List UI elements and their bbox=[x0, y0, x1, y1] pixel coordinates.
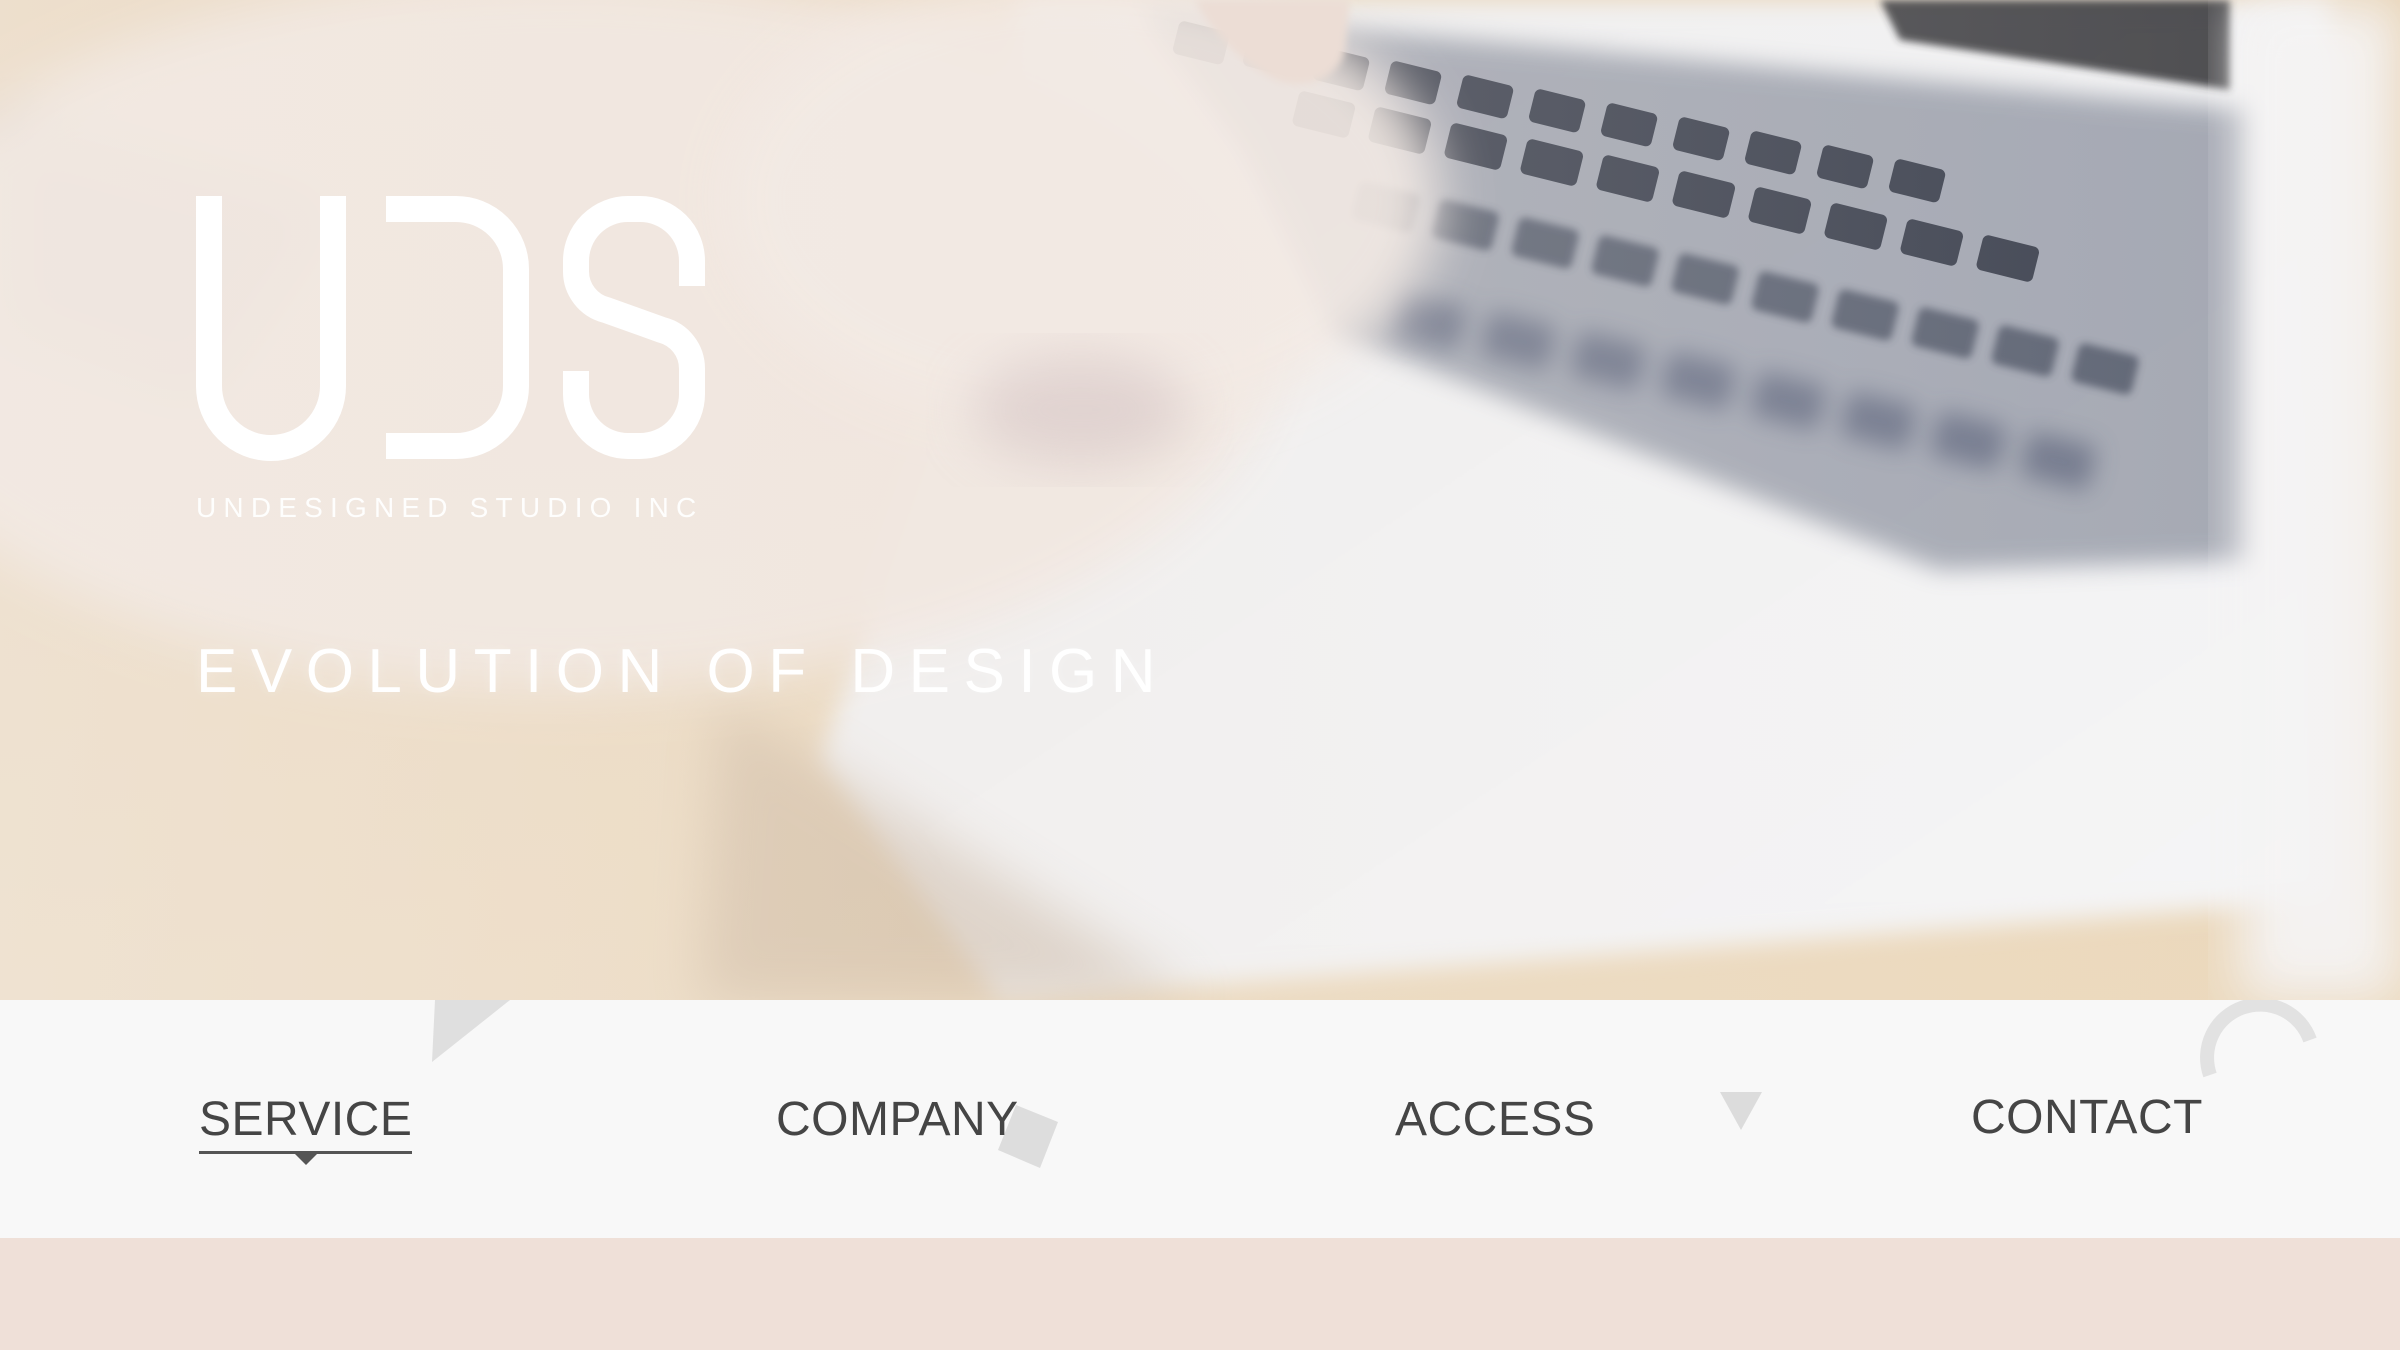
uds-logo bbox=[196, 196, 706, 461]
page: UNDESIGNED STUDIO INC EVOLUTION OF DESIG… bbox=[0, 0, 2400, 1350]
nav-item-access[interactable]: ACCESS bbox=[1395, 1092, 1595, 1147]
company-name: UNDESIGNED STUDIO INC bbox=[196, 492, 704, 523]
nav-item-label: CONTACT bbox=[1971, 1091, 2203, 1144]
nav-item-company[interactable]: COMPANY bbox=[776, 1092, 1019, 1147]
nav-item-label: SERVICE bbox=[199, 1093, 413, 1146]
main-nav: SERVICE COMPANY ACCESS CONTACT bbox=[0, 1000, 2400, 1238]
hero-tagline: EVOLUTION OF DESIGN bbox=[196, 637, 1170, 706]
section-band bbox=[0, 1238, 2400, 1350]
nav-item-service[interactable]: SERVICE bbox=[199, 1092, 413, 1165]
nav-item-label: COMPANY bbox=[776, 1093, 1019, 1146]
brand-block[interactable]: UNDESIGNED STUDIO INC bbox=[196, 196, 716, 524]
nav-item-contact[interactable]: CONTACT bbox=[1971, 1090, 2203, 1145]
active-indicator-arrow bbox=[294, 1154, 317, 1165]
nav-item-label: ACCESS bbox=[1395, 1093, 1596, 1146]
hero-section: UNDESIGNED STUDIO INC EVOLUTION OF DESIG… bbox=[0, 0, 2400, 1000]
